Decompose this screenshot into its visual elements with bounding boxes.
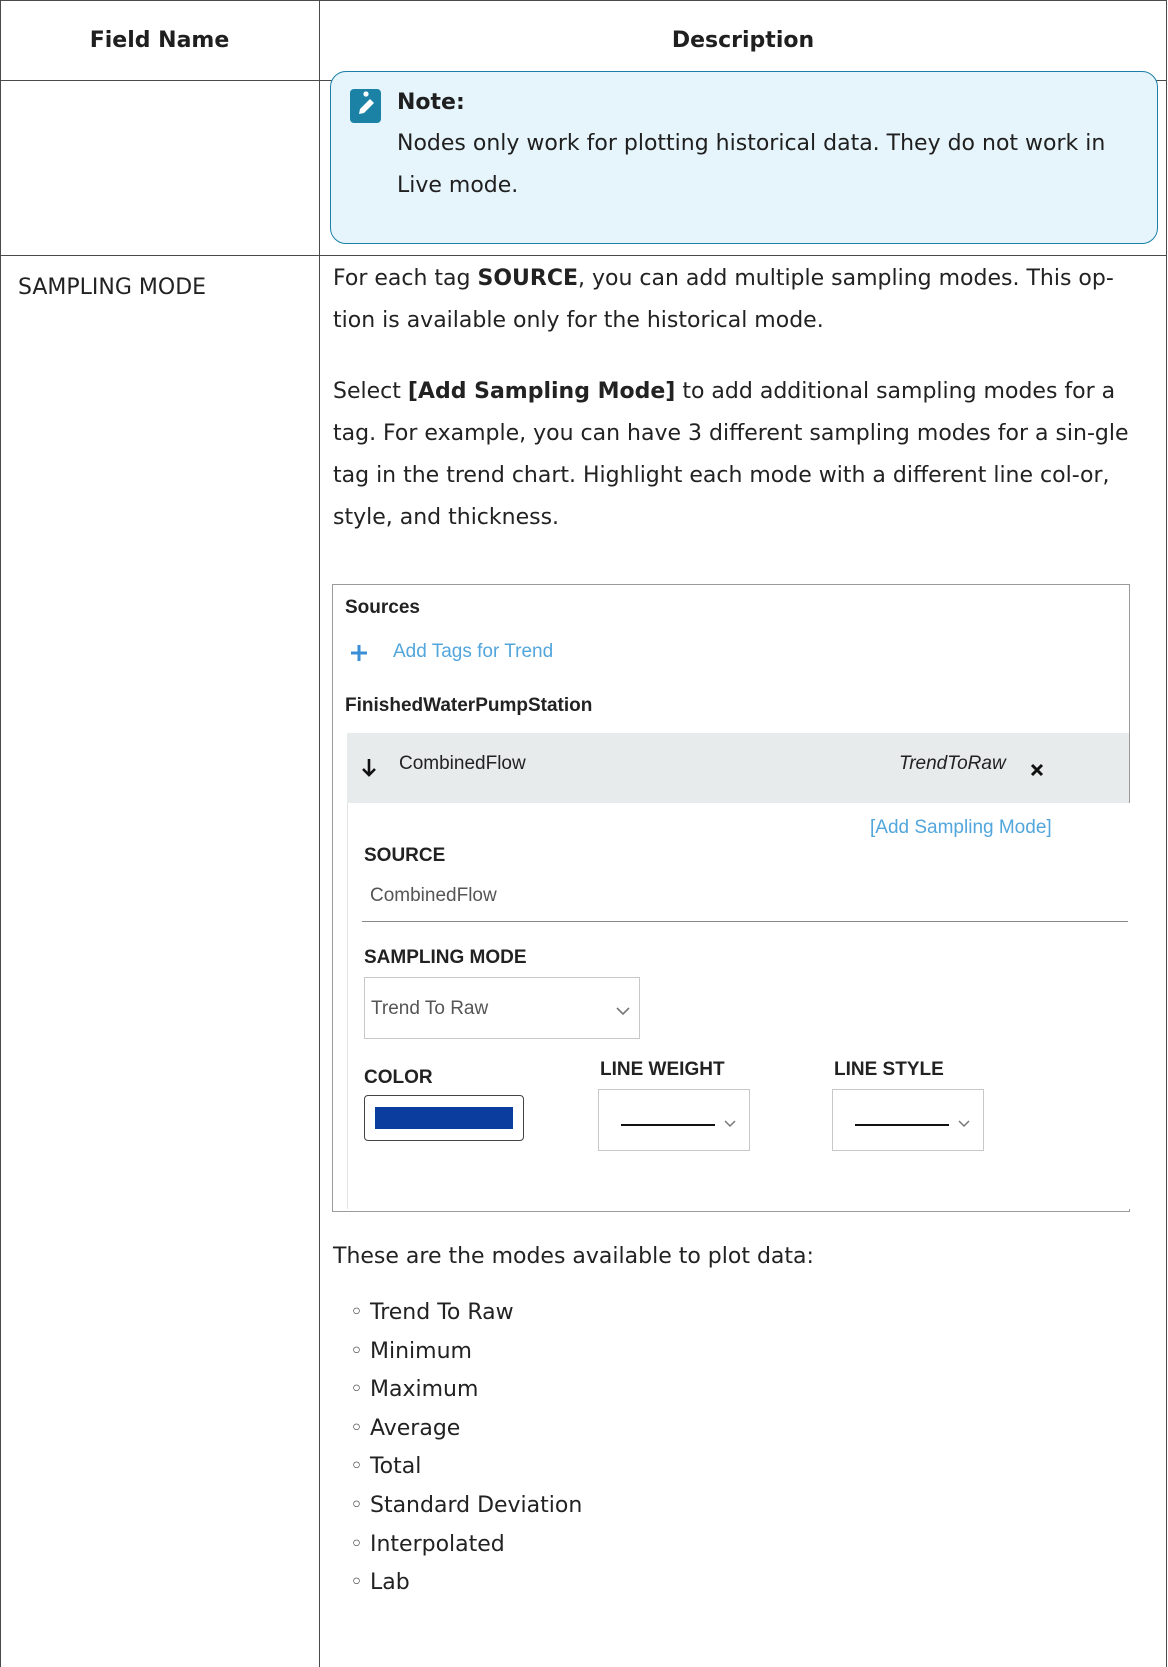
line-style-select[interactable] xyxy=(832,1089,984,1151)
line-weight-label: LINE WEIGHT xyxy=(600,1059,725,1080)
tag-sampling-mode: TrendToRaw xyxy=(899,753,1006,774)
note-title: Note: xyxy=(397,90,465,115)
list-item: Trend To Raw xyxy=(350,1294,582,1333)
add-tags-label: Add Tags for Trend xyxy=(393,641,554,662)
table-border-left xyxy=(0,0,1,1667)
close-icon[interactable] xyxy=(1029,762,1045,778)
line-weight-select[interactable] xyxy=(598,1089,750,1151)
list-item: Maximum xyxy=(350,1371,582,1410)
edit-note-icon xyxy=(350,89,381,123)
paragraph-modes-intro: These are the modes available to plot da… xyxy=(333,1244,814,1269)
list-item: Standard Deviation xyxy=(350,1487,582,1526)
color-swatch xyxy=(375,1107,513,1129)
table-column-divider xyxy=(319,0,320,1667)
row-divider xyxy=(0,255,1167,256)
header-field-name: Field Name xyxy=(89,27,230,53)
tag-row[interactable]: CombinedFlow TrendToRaw xyxy=(347,733,1129,803)
chevron-down-icon xyxy=(616,1007,630,1016)
sampling-modes-list: Trend To Raw Minimum Maximum Average Tot… xyxy=(350,1294,582,1603)
field-name-sampling-mode: SAMPLING MODE xyxy=(18,275,207,300)
sources-heading: Sources xyxy=(345,597,420,618)
paragraph-add-sampling: Select [Add Sampling Mode] to add additi… xyxy=(333,371,1153,539)
add-tags-link[interactable]: Add Tags for Trend xyxy=(349,637,589,669)
sampling-mode-label: SAMPLING MODE xyxy=(364,947,527,968)
sampling-mode-value: Trend To Raw xyxy=(371,998,489,1019)
list-item: Minimum xyxy=(350,1333,582,1372)
header-description: Description xyxy=(671,27,815,53)
group-name: FinishedWaterPumpStation xyxy=(345,695,593,716)
line-weight-sample xyxy=(621,1124,715,1126)
p2-bold-add-sampling: [Add Sampling Mode] xyxy=(407,379,676,404)
line-style-label: LINE STYLE xyxy=(834,1059,944,1080)
list-item: Total xyxy=(350,1448,582,1487)
list-item: Lab xyxy=(350,1564,582,1603)
arrow-down-icon[interactable] xyxy=(360,757,378,779)
note-body: Nodes only work for plotting historical … xyxy=(397,131,1106,198)
sampling-mode-select[interactable]: Trend To Raw xyxy=(364,977,640,1039)
chevron-down-icon xyxy=(958,1120,970,1128)
list-item: Interpolated xyxy=(350,1526,582,1565)
color-label: COLOR xyxy=(364,1067,433,1088)
line-style-sample xyxy=(855,1124,949,1126)
fields-table: Field Name Description Note: Nodes only … xyxy=(0,0,1168,1667)
sources-panel-screenshot: Sources Add Tags for Trend FinishedWater… xyxy=(332,584,1130,1212)
source-input[interactable]: CombinedFlow xyxy=(362,867,1128,922)
plus-icon xyxy=(351,645,367,661)
tag-name: CombinedFlow xyxy=(399,753,526,774)
paragraph-sources: For each tag SOURCE, you can add multipl… xyxy=(333,258,1153,342)
list-item: Average xyxy=(350,1410,582,1449)
tag-settings-panel: [Add Sampling Mode] SOURCE CombinedFlow … xyxy=(347,803,1130,1209)
add-sampling-mode-link[interactable]: [Add Sampling Mode] xyxy=(870,817,1052,839)
color-picker[interactable] xyxy=(364,1095,524,1141)
p1-bold-source: SOURCE xyxy=(477,266,579,291)
source-label: SOURCE xyxy=(364,845,446,866)
source-value: CombinedFlow xyxy=(370,885,497,906)
p1-text-a: For each tag xyxy=(333,266,478,291)
note-callout: Note: Nodes only work for plotting histo… xyxy=(330,71,1158,244)
chevron-down-icon xyxy=(724,1120,736,1128)
table-border-right xyxy=(1166,0,1167,1667)
p2-text-a: Select xyxy=(333,379,408,404)
